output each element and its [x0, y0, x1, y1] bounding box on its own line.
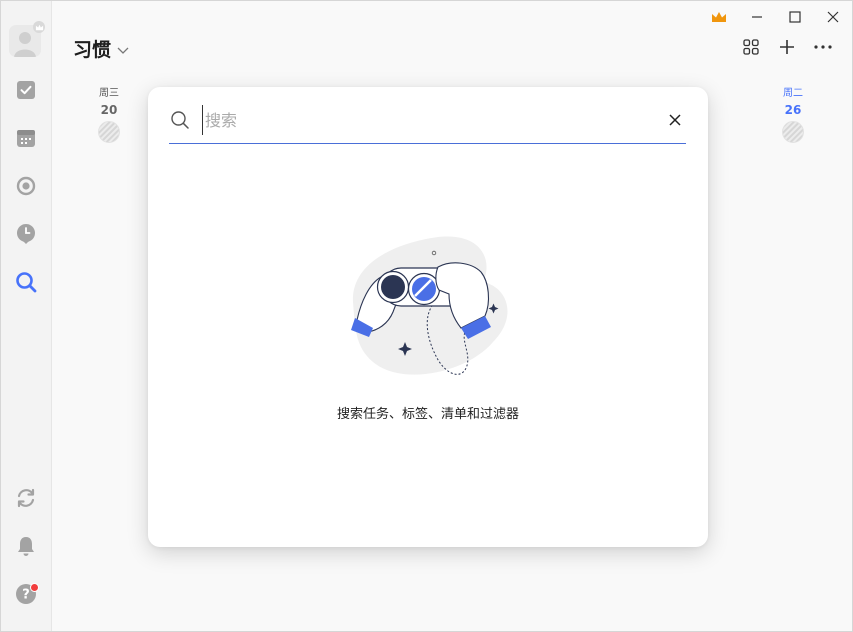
page-title-text: 习惯	[73, 39, 112, 61]
search-input[interactable]	[202, 105, 664, 135]
binoculars-illustration	[343, 232, 518, 382]
maximize-icon[interactable]	[784, 6, 806, 28]
habit-status-ring-icon[interactable]	[782, 121, 804, 143]
minimize-icon[interactable]	[746, 6, 768, 28]
more-icon[interactable]	[812, 36, 834, 58]
bell-icon[interactable]	[14, 534, 38, 558]
day-column-today[interactable]: 周二 26	[773, 87, 813, 143]
chevron-down-icon	[117, 38, 129, 60]
grid-icon[interactable]	[740, 36, 762, 58]
plus-icon[interactable]	[776, 36, 798, 58]
sidebar: ?	[1, 1, 52, 631]
notification-dot	[30, 583, 39, 592]
premium-badge-icon	[33, 21, 45, 33]
calendar-icon[interactable]	[14, 126, 38, 150]
window-controls	[708, 6, 844, 28]
crown-icon[interactable]	[708, 6, 730, 28]
day-number: 20	[100, 103, 118, 117]
page-title[interactable]: 习惯	[73, 35, 129, 62]
close-icon[interactable]	[822, 6, 844, 28]
day-column[interactable]: 周三 20	[89, 87, 129, 143]
svg-text:?: ?	[22, 588, 30, 603]
habit-status-ring-icon[interactable]	[98, 121, 120, 143]
toolbar	[740, 36, 834, 58]
search-bar	[169, 97, 686, 144]
search-icon	[169, 109, 191, 131]
clear-search-icon[interactable]	[664, 109, 686, 131]
search-dialog: 搜索任务、标签、清单和过滤器	[148, 87, 708, 547]
search-icon[interactable]	[14, 270, 38, 294]
checkbox-icon[interactable]	[14, 78, 38, 102]
day-name: 周三	[99, 88, 119, 99]
clock-icon[interactable]	[14, 222, 38, 246]
app-window: ? 习惯 周三 20 周二 26 搜索 搜索任务、标签、清单和过滤器	[0, 0, 853, 632]
day-number: 26	[784, 103, 802, 117]
focus-icon[interactable]	[14, 174, 38, 198]
day-name: 周二	[783, 88, 803, 99]
empty-search-hint: 搜索任务、标签、清单和过滤器	[336, 407, 519, 422]
sync-icon[interactable]	[14, 486, 38, 510]
